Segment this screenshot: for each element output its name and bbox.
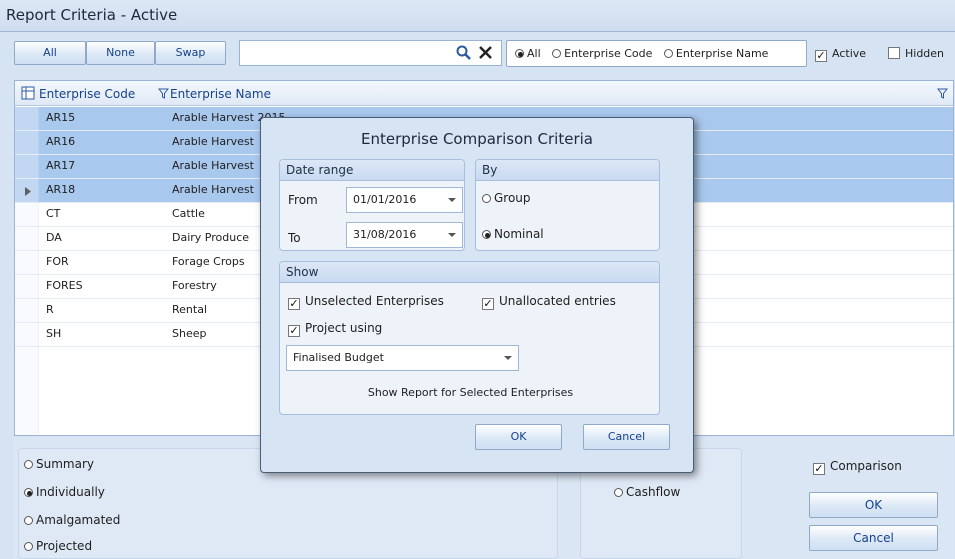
date-range-group: Date range From 01/01/2016 To 31/08/2016 [279, 159, 465, 251]
amalgamated-radio[interactable]: Amalgamated [24, 513, 120, 527]
cancel-button[interactable]: Cancel [809, 525, 938, 551]
filter-icon[interactable] [937, 88, 948, 99]
nominal-radio[interactable]: Nominal [482, 227, 544, 241]
comparison-checkbox[interactable]: ✓ Comparison [813, 459, 902, 475]
to-label: To [288, 231, 301, 245]
by-group: By Group Nominal [475, 159, 660, 251]
swap-button[interactable]: Swap [155, 41, 226, 65]
grid-header: Enterprise Code Enterprise Name [15, 81, 953, 106]
hidden-checkbox[interactable]: Hidden [888, 47, 944, 60]
budget-select[interactable]: Finalised Budget [286, 345, 519, 371]
col-header-name[interactable]: Enterprise Name [170, 87, 271, 101]
all-button[interactable]: All [14, 41, 86, 65]
from-label: From [288, 193, 318, 207]
projected-radio[interactable]: Projected [24, 539, 92, 553]
dialog-cancel-button[interactable]: Cancel [583, 424, 670, 450]
window-title: Report Criteria - Active [0, 0, 955, 32]
unselected-enterprises-checkbox[interactable]: ✓ Unselected Enterprises [288, 294, 444, 310]
project-using-checkbox[interactable]: ✓ Project using [288, 321, 382, 337]
clear-icon[interactable] [478, 45, 494, 61]
comparison-criteria-dialog: Enterprise Comparison Criteria Date rang… [260, 117, 694, 473]
filter-icon[interactable] [158, 88, 169, 99]
cashflow-radio[interactable]: Cashflow [614, 485, 680, 499]
individually-radio[interactable]: Individually [24, 485, 105, 499]
filter-code-radio[interactable]: Enterprise Code [552, 47, 652, 60]
date-range-header: Date range [280, 160, 464, 181]
search-input[interactable] [239, 40, 502, 66]
filter-all-radio[interactable]: All [515, 47, 541, 60]
unallocated-entries-checkbox[interactable]: ✓ Unallocated entries [482, 294, 616, 310]
from-date-picker[interactable]: 01/01/2016 [346, 187, 463, 213]
show-report-link[interactable]: Show Report for Selected Enterprises [280, 386, 661, 399]
column-chooser-icon[interactable] [21, 86, 35, 100]
dialog-ok-button[interactable]: OK [475, 424, 562, 450]
search-scope-group: All Enterprise Code Enterprise Name [506, 40, 807, 67]
summary-radio[interactable]: Summary [24, 457, 94, 471]
dialog-title: Enterprise Comparison Criteria [361, 130, 593, 148]
search-icon[interactable] [456, 45, 472, 61]
filter-name-radio[interactable]: Enterprise Name [663, 47, 768, 60]
ok-button[interactable]: OK [809, 492, 938, 518]
col-header-code[interactable]: Enterprise Code [39, 87, 135, 101]
show-header: Show [280, 262, 659, 283]
window-title-text: Report Criteria - Active [6, 6, 178, 24]
none-button[interactable]: None [86, 41, 155, 65]
to-date-picker[interactable]: 31/08/2016 [346, 222, 463, 248]
active-checkbox[interactable]: ✓ Active [815, 47, 866, 62]
by-header: By [476, 160, 659, 181]
show-group: Show ✓ Unselected Enterprises ✓ Unallocate… [279, 261, 660, 415]
row-indicator-column [15, 107, 39, 435]
group-radio[interactable]: Group [482, 191, 531, 205]
